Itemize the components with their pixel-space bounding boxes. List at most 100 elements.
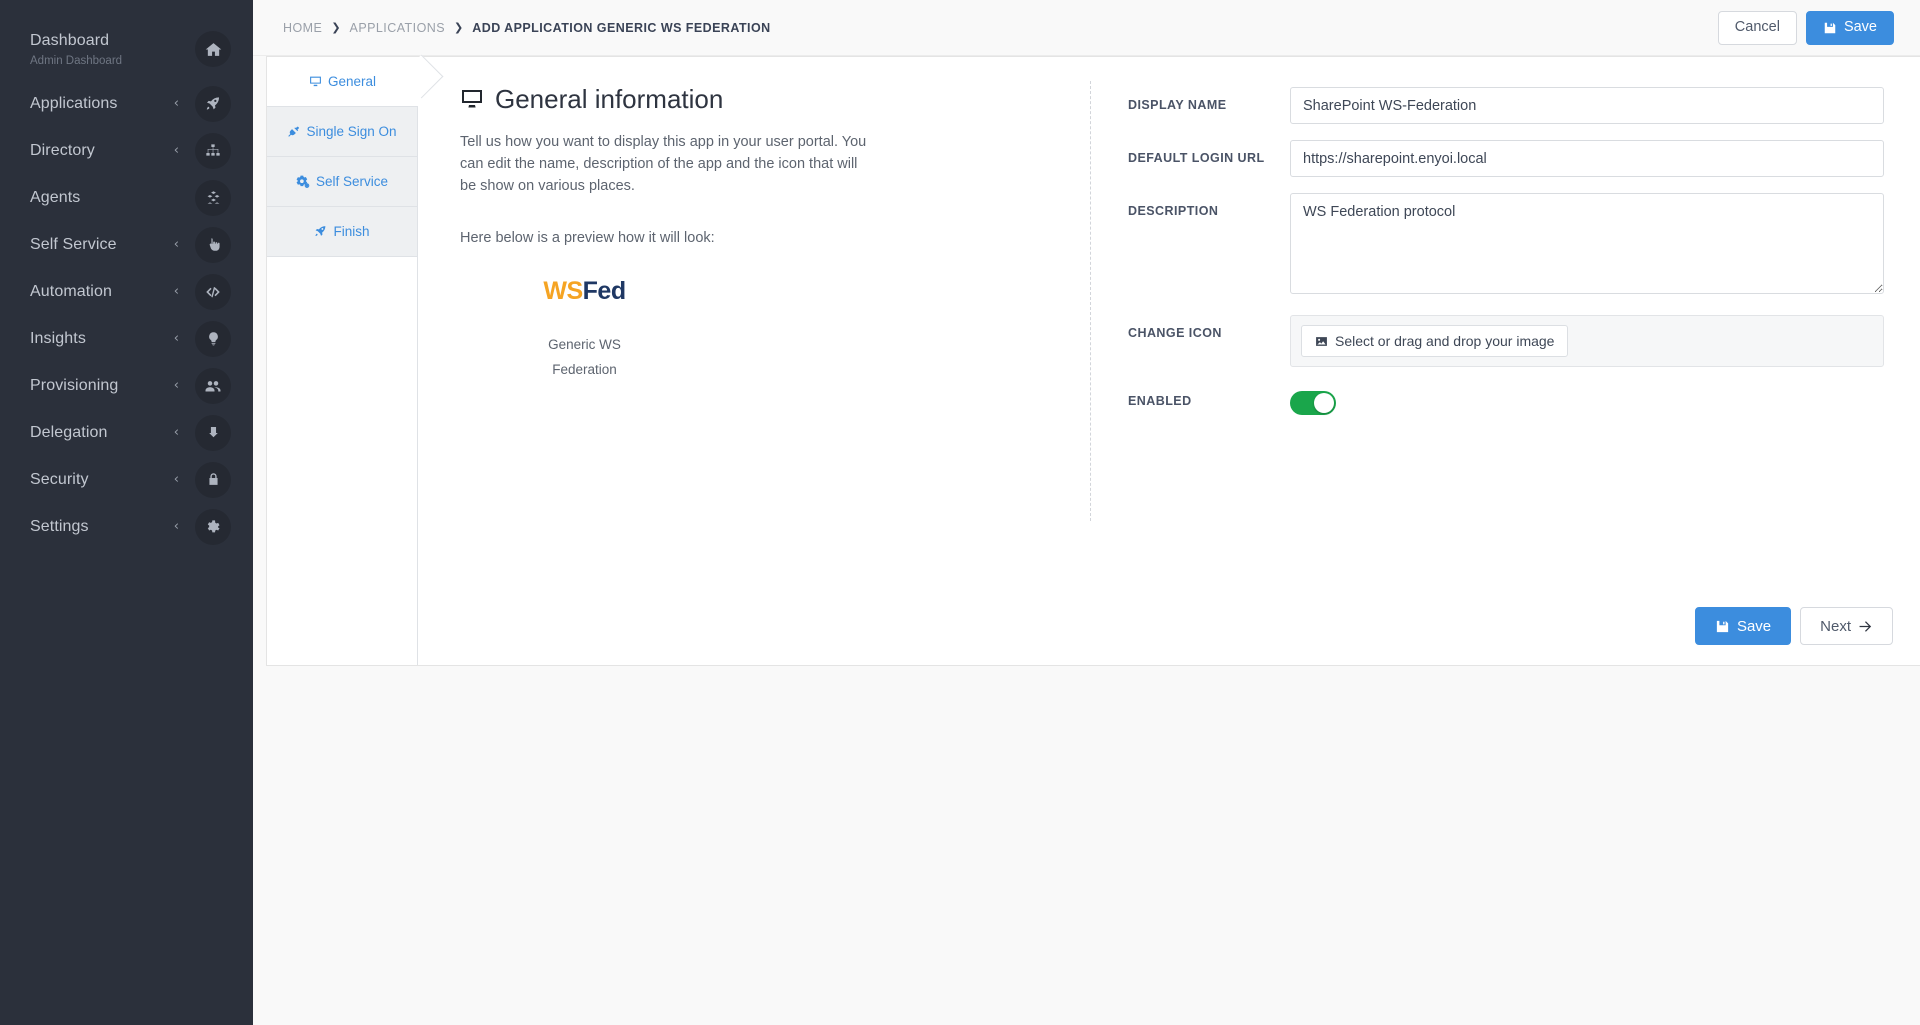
field-default-login-url: DEFAULT LOGIN URL (1128, 140, 1884, 177)
sidebar-item-directory[interactable]: Directory ‹ (0, 127, 253, 174)
users-icon (195, 367, 231, 404)
topbar: HOME ❯ APPLICATIONS ❯ ADD APPLICATION GE… (253, 0, 1920, 56)
sidebar-item-label: Applications (30, 94, 118, 112)
wizard-tabs-filler (267, 257, 418, 665)
sidebar-item-label: Self Service (30, 235, 117, 253)
sidebar-item-dashboard[interactable]: Dashboard Admin Dashboard (0, 22, 253, 80)
desktop-icon (309, 75, 322, 88)
general-form: DISPLAY NAME DEFAULT LOGIN URL DESCRIPTI… (1128, 87, 1884, 431)
app-root: Dashboard Admin Dashboard Applications ‹… (0, 0, 1920, 1025)
tab-general-label: General (327, 74, 377, 89)
breadcrumb-home[interactable]: HOME (283, 21, 322, 35)
card-footer-actions: Save Next (1694, 607, 1893, 645)
sidebar-item-security[interactable]: Security ‹ (0, 456, 253, 503)
sidebar-item-provisioning[interactable]: Provisioning ‹ (0, 362, 253, 409)
wizard-content: General information Tell us how you want… (418, 57, 1920, 665)
sidebar-item-label: Insights (30, 329, 86, 347)
sidebar-item-label: Provisioning (30, 376, 119, 394)
sidebar-item-label: Settings (30, 517, 89, 535)
info-paragraph: Tell us how you want to display this app… (460, 133, 867, 194)
chevron-right-icon: ❯ (454, 21, 464, 34)
tab-self-service[interactable]: Self Service (267, 157, 418, 207)
chevron-left-icon: ‹ (173, 284, 179, 299)
wizard-card: General Single Sign On Self Service Fini… (266, 56, 1920, 666)
wsfed-logo: WSFed (522, 276, 647, 305)
app-preview: WSFed Generic WS Federation (522, 276, 647, 382)
chevron-left-icon: ‹ (173, 237, 179, 252)
cancel-button-label: Cancel (1734, 19, 1780, 36)
floppy-disk-icon (1823, 21, 1837, 35)
field-change-icon: CHANGE ICON Select or drag and drop your… (1128, 315, 1884, 367)
select-image-button[interactable]: Select or drag and drop your image (1301, 325, 1569, 357)
enabled-toggle-knob (1314, 393, 1334, 413)
sidebar-item-insights[interactable]: Insights ‹ (0, 315, 253, 362)
description-textarea[interactable] (1290, 193, 1884, 294)
hand-pointer-icon (195, 226, 231, 263)
display-name-label: DISPLAY NAME (1128, 98, 1227, 112)
chevron-left-icon: ‹ (173, 143, 179, 158)
floppy-disk-icon (1715, 619, 1730, 634)
lightbulb-icon (195, 320, 231, 357)
tab-general[interactable]: General (267, 57, 418, 107)
sidebar-item-delegation[interactable]: Delegation ‹ (0, 409, 253, 456)
sidebar-item-label: Directory (30, 141, 95, 159)
sidebar-item-self-service[interactable]: Self Service ‹ (0, 221, 253, 268)
icon-dropzone[interactable]: Select or drag and drop your image (1290, 315, 1884, 367)
save-button-bottom-label: Save (1736, 617, 1772, 635)
sidebar-item-sublabel: Admin Dashboard (30, 55, 123, 67)
wsfed-logo-ws: WS (543, 276, 583, 305)
chevron-left-icon: ‹ (173, 519, 179, 534)
tab-single-sign-on[interactable]: Single Sign On (267, 107, 418, 157)
lock-icon (195, 461, 231, 498)
save-button-bottom[interactable]: Save (1694, 607, 1792, 645)
app-preview-name: Generic WS Federation (522, 332, 647, 382)
breadcrumb-applications[interactable]: APPLICATIONS (350, 21, 445, 35)
wsfed-logo-fed: Fed (582, 276, 626, 305)
field-enabled: ENABLED (1128, 383, 1884, 415)
gear-icon (195, 508, 231, 545)
save-button-label: Save (1843, 19, 1877, 36)
sidebar-item-label: Agents (30, 188, 81, 206)
sidebar-item-automation[interactable]: Automation ‹ (0, 268, 253, 315)
next-button[interactable]: Next (1800, 607, 1893, 645)
cancel-button[interactable]: Cancel (1717, 10, 1797, 45)
chevron-right-icon: ❯ (331, 21, 341, 34)
enabled-label: ENABLED (1128, 394, 1192, 408)
chevron-left-icon: ‹ (173, 378, 179, 393)
page-title: General information (460, 85, 880, 114)
sidebar-item-settings[interactable]: Settings ‹ (0, 503, 253, 550)
sitemap-icon (195, 132, 231, 169)
app-preview-name-line2: Federation (552, 361, 617, 377)
home-icon (195, 31, 231, 67)
vertical-divider (1090, 81, 1091, 521)
sidebar-item-label: Delegation (30, 423, 108, 441)
tab-single-sign-on-label: Single Sign On (306, 124, 397, 139)
field-display-name: DISPLAY NAME (1128, 87, 1884, 124)
enabled-toggle[interactable] (1290, 391, 1336, 415)
select-image-button-label: Select or drag and drop your image (1335, 333, 1555, 349)
tab-finish-label: Finish (333, 224, 370, 239)
tab-finish[interactable]: Finish (267, 207, 418, 257)
change-icon-label: CHANGE ICON (1128, 326, 1222, 340)
default-login-url-input[interactable] (1290, 140, 1884, 177)
code-icon (195, 273, 231, 310)
sidebar-item-applications[interactable]: Applications ‹ (0, 80, 253, 127)
sidebar-item-agents[interactable]: Agents (0, 174, 253, 221)
chevron-left-icon: ‹ (173, 96, 179, 111)
chevron-left-icon: ‹ (173, 331, 179, 346)
plug-icon (287, 125, 300, 138)
default-login-url-label: DEFAULT LOGIN URL (1128, 151, 1265, 165)
info-column: General information Tell us how you want… (460, 85, 880, 382)
rocket-icon (195, 85, 231, 122)
cubes-icon (195, 179, 231, 216)
display-name-input[interactable] (1290, 87, 1884, 124)
breadcrumb: HOME ❯ APPLICATIONS ❯ ADD APPLICATION GE… (283, 21, 1718, 35)
save-button-top[interactable]: Save (1805, 10, 1894, 45)
desktop-icon (460, 87, 484, 111)
sidebar-item-label: Dashboard (30, 32, 110, 49)
tab-self-service-label: Self Service (315, 174, 389, 189)
preview-intro: Here below is a preview how it will look… (460, 229, 715, 246)
sidebar-item-label: Automation (30, 282, 112, 300)
sidebar-item-label: Security (30, 470, 89, 488)
field-description: DESCRIPTION (1128, 193, 1884, 299)
